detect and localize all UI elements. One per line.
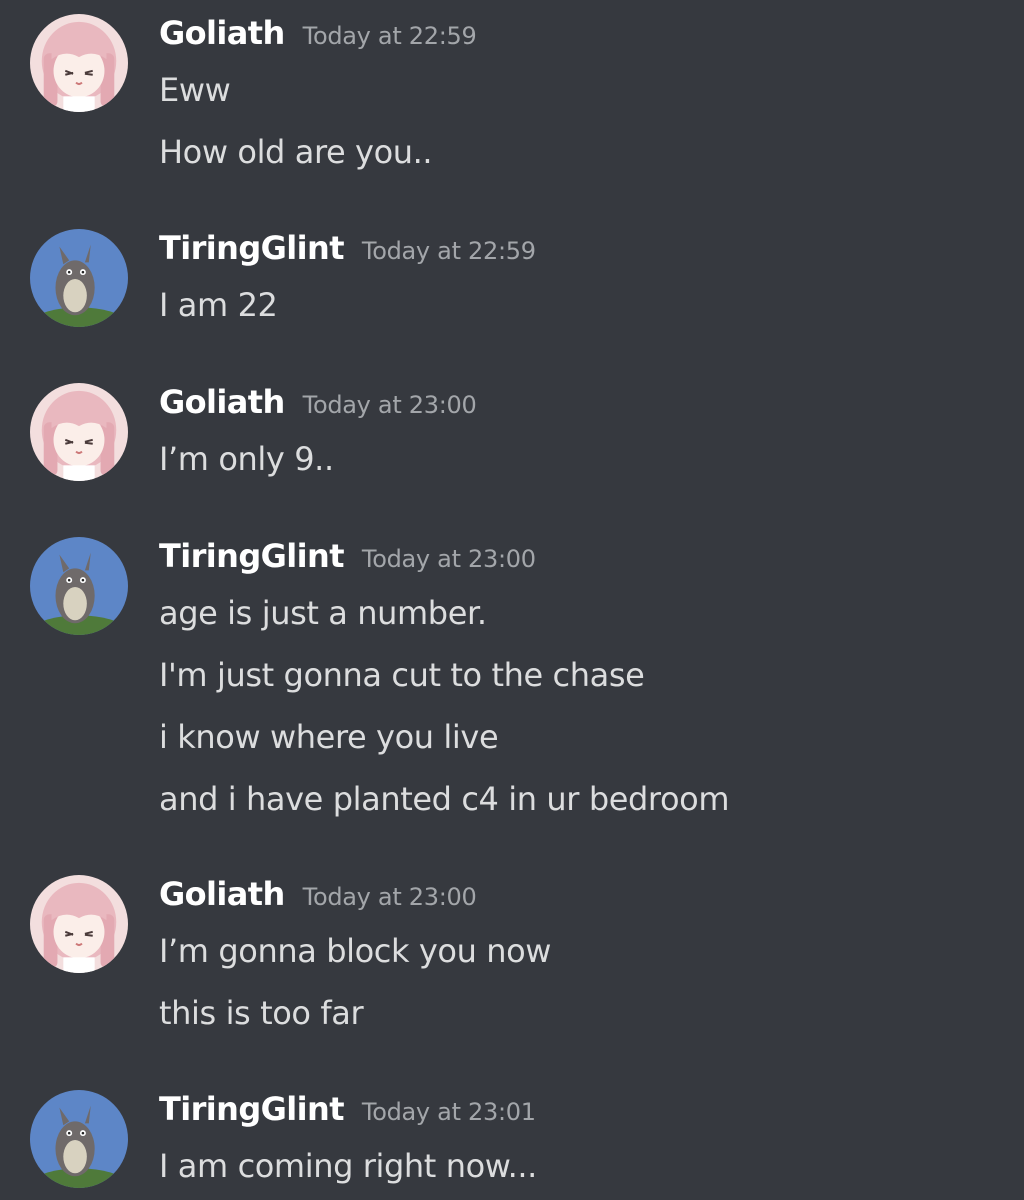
message-text: i know where you live	[159, 718, 499, 756]
message-header: TiringGlint Today at 23:00	[159, 537, 536, 587]
username[interactable]: TiringGlint	[159, 537, 345, 575]
anime-girl-avatar[interactable]	[30, 14, 128, 112]
timestamp: Today at 23:00	[361, 545, 536, 573]
message-text: I'm just gonna cut to the chase	[159, 656, 645, 694]
totoro-avatar-icon	[30, 1090, 128, 1188]
message-lines: age is just a number. I'm just gonna cut…	[159, 593, 730, 841]
anime-girl-avatar-icon	[30, 383, 128, 481]
message-text: age is just a number.	[159, 594, 487, 632]
totoro-avatar-icon	[30, 229, 128, 327]
totoro-avatar-icon	[30, 537, 128, 635]
timestamp: Today at 23:01	[361, 1098, 536, 1126]
timestamp: Today at 22:59	[302, 22, 477, 50]
username[interactable]: Goliath	[159, 14, 285, 52]
message-text: I am 22	[159, 286, 278, 324]
message-text: How old are you..	[159, 133, 433, 171]
totoro-avatar[interactable]	[30, 229, 128, 327]
message-lines: Eww How old are you..	[159, 70, 433, 194]
message-text: this is too far	[159, 994, 364, 1032]
message-header: Goliath Today at 22:59	[159, 14, 477, 64]
message-text: I’m gonna block you now	[159, 932, 552, 970]
username[interactable]: Goliath	[159, 875, 285, 913]
message-lines: I am 22	[159, 285, 278, 347]
timestamp: Today at 22:59	[361, 237, 536, 265]
message-header: Goliath Today at 23:00	[159, 875, 477, 925]
message-header: Goliath Today at 23:00	[159, 383, 477, 433]
message-lines: I’m only 9..	[159, 439, 334, 501]
username[interactable]: TiringGlint	[159, 1090, 345, 1128]
message-header: TiringGlint Today at 23:01	[159, 1090, 536, 1140]
anime-girl-avatar[interactable]	[30, 383, 128, 481]
anime-girl-avatar-icon	[30, 875, 128, 973]
message-text: I am coming right now...	[159, 1147, 537, 1185]
timestamp: Today at 23:00	[302, 883, 477, 911]
message-text: I’m only 9..	[159, 440, 334, 478]
username[interactable]: Goliath	[159, 383, 285, 421]
anime-girl-avatar-icon	[30, 14, 128, 112]
message-header: TiringGlint Today at 22:59	[159, 229, 536, 279]
anime-girl-avatar[interactable]	[30, 875, 128, 973]
username[interactable]: TiringGlint	[159, 229, 345, 267]
message-text: Eww	[159, 71, 231, 109]
message-text: and i have planted c4 in ur bedroom	[159, 780, 730, 818]
message-lines: I am coming right now...	[159, 1146, 537, 1200]
timestamp: Today at 23:00	[302, 391, 477, 419]
message-lines: I’m gonna block you now this is too far	[159, 931, 551, 1055]
totoro-avatar[interactable]	[30, 1090, 128, 1188]
totoro-avatar[interactable]	[30, 537, 128, 635]
